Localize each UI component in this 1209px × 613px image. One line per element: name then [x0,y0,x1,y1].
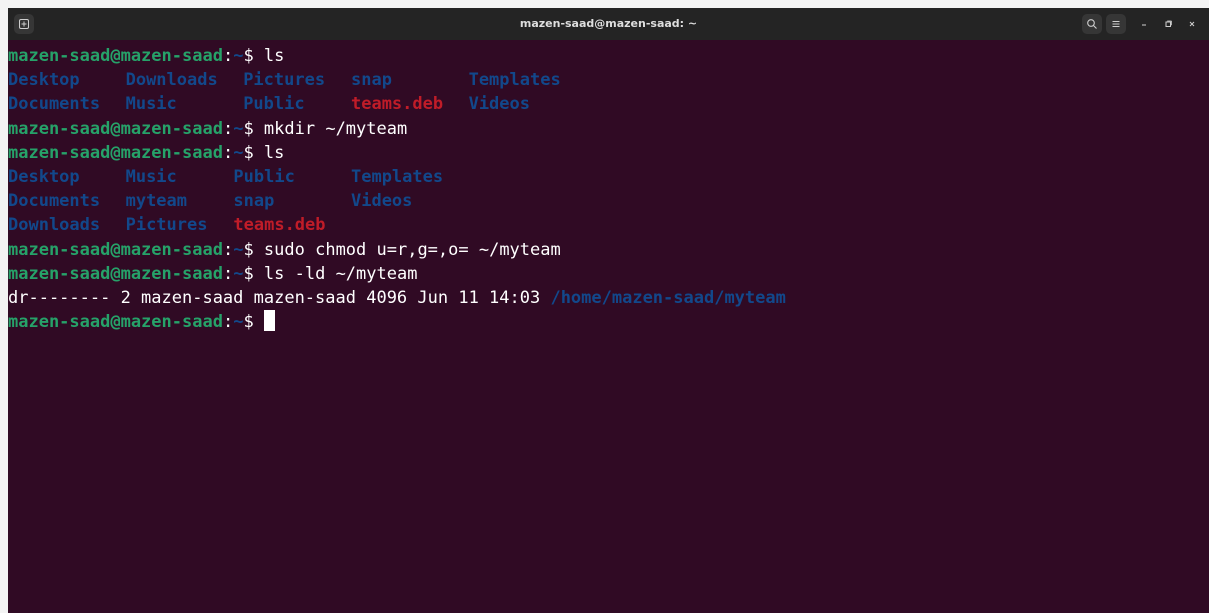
directory-entry: Templates [468,70,561,91]
prompt-line-active[interactable]: mazen-saad@mazen-saad:~$ [8,310,1209,334]
directory-entry: Public [243,94,305,115]
search-button[interactable] [1082,14,1102,34]
directory-entry: Public [233,166,295,187]
close-icon [1189,21,1195,27]
ls-output-row: Downloads Pictures teams.deb [8,213,1209,237]
command-text: ls [263,142,285,163]
text-cursor [263,310,275,332]
command-text: ls -ld ~/myteam [263,263,418,284]
command-text: sudo chmod u=r,g=,o= ~/myteam [263,239,561,260]
prompt-line: mazen-saad@mazen-saad:~$ ls -ld ~/myteam [8,263,418,284]
maximize-icon [1165,20,1172,27]
file-entry: teams.deb [350,94,444,115]
prompt-user-host: mazen-saad@mazen-saad [8,118,223,139]
window-title: mazen-saad@mazen-saad: ~ [519,17,698,30]
directory-entry: Music [125,166,177,187]
prompt-user-host: mazen-saad@mazen-saad [8,312,223,333]
prompt-line: mazen-saad@mazen-saad:~$ sudo chmod u=r,… [8,239,561,260]
hamburger-menu-icon [1112,21,1120,27]
directory-entry: Music [125,94,177,115]
directory-entry: Documents [8,94,101,115]
directory-entry: Pictures [243,70,326,91]
terminal-output[interactable]: mazen-saad@mazen-saad:~$ ls Desktop Downl… [8,40,1209,613]
title-bar: mazen-saad@mazen-saad: ~ [8,8,1209,40]
directory-entry: Documents [8,191,101,212]
command-text: ls [263,46,285,66]
file-entry: teams.deb [233,215,326,236]
directory-entry: Videos [468,94,530,115]
prompt-user-host: mazen-saad@mazen-saad [8,239,223,260]
prompt-user-host: mazen-saad@mazen-saad [8,142,223,163]
menu-button[interactable] [1106,14,1126,34]
prompt-user-host: mazen-saad@mazen-saad [8,263,223,284]
directory-entry: Downloads [125,70,218,91]
directory-entry: Desktop [8,166,80,187]
ls-output-row: Desktop Downloads Pictures snap Templates [8,68,1209,92]
ls-output-row: Documents myteam snap Videos [8,189,1209,213]
file-details: dr-------- 2 mazen-saad mazen-saad 4096 … [8,287,551,308]
directory-entry: Pictures [125,215,208,236]
prompt-line: mazen-saad@mazen-saad:~$ mkdir ~/myteam [8,118,408,139]
minimize-icon [1142,24,1146,26]
ls-output-row: Documents Music Public teams.deb Videos [8,92,1209,116]
search-icon [1087,19,1097,29]
directory-entry: Desktop [8,70,80,91]
terminal-window: mazen-saad@mazen-saad: ~ mazen-saad@maze… [8,8,1209,613]
directory-entry: Videos [350,191,413,212]
directory-entry: snap [233,191,275,212]
directory-entry: myteam [125,191,188,212]
command-text: mkdir ~/myteam [263,118,408,139]
prompt-line: mazen-saad@mazen-saad:~$ ls [8,142,285,163]
prompt-user-host: mazen-saad@mazen-saad [8,46,223,66]
maximize-button[interactable] [1158,14,1178,34]
close-button[interactable] [1182,14,1202,34]
minimize-button[interactable] [1134,14,1154,34]
directory-entry: Downloads [8,215,101,236]
directory-entry: Templates [350,166,444,187]
prompt-line: mazen-saad@mazen-saad:~$ ls [8,46,285,66]
directory-path: /home/mazen-saad/myteam [550,287,786,308]
ls-ld-output: dr-------- 2 mazen-saad mazen-saad 4096 … [8,286,1209,310]
ls-output-row: Desktop Music Public Templates [8,165,1209,189]
directory-entry: snap [350,70,392,91]
